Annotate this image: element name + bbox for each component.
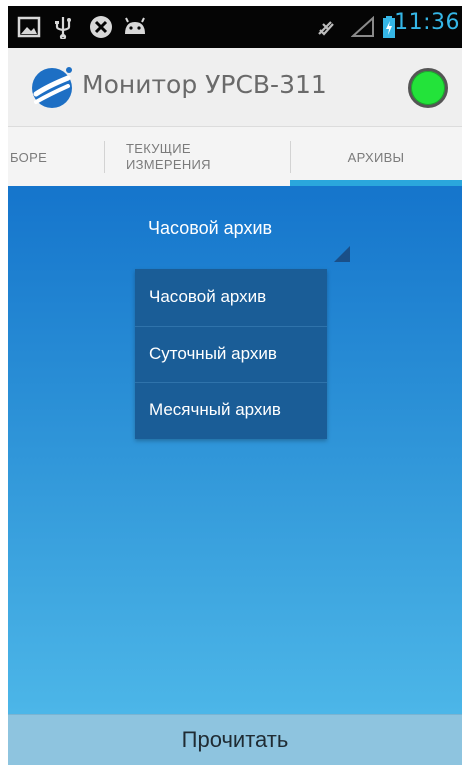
image-icon [16, 15, 42, 39]
spinner-arrow-icon [334, 246, 350, 262]
signal-icon [350, 15, 376, 39]
tab-bar: БОРЕ ТЕКУЩИЕ ИЗМЕРЕНИЯ АРХИВЫ [8, 126, 462, 186]
dropdown-option-hourly[interactable]: Часовой архив [135, 269, 327, 325]
read-button[interactable]: Прочитать [8, 714, 462, 765]
status-bar: 11:36 [8, 6, 462, 48]
dropdown-option-daily[interactable]: Суточный архив [135, 326, 327, 382]
phone-screen: 11:36 Монитор УРСВ-311 БОРЕ ТЕКУЩИЕ ИЗМЕ… [8, 6, 462, 765]
tab-label-line2: ИЗМЕРЕНИЯ [126, 157, 211, 172]
tab-current-measurements[interactable]: ТЕКУЩИЕ ИЗМЕРЕНИЯ [126, 127, 290, 187]
option-label: Месячный архив [149, 400, 281, 419]
action-bar: Монитор УРСВ-311 [8, 48, 462, 126]
archive-type-spinner[interactable]: Часовой архив [134, 204, 350, 262]
tab-label: АРХИВЫ [347, 149, 405, 165]
archives-panel: Часовой архив Часовой архив Суточный арх… [8, 186, 462, 714]
usb-icon [52, 15, 74, 39]
tab-divider [104, 141, 105, 173]
app-logo-icon [28, 64, 76, 112]
dropdown-option-monthly[interactable]: Месячный архив [135, 382, 327, 438]
tab-label-line1: ТЕКУЩИЕ [126, 141, 191, 156]
clock: 11:36 [394, 10, 460, 35]
option-label: Суточный архив [149, 344, 277, 363]
tab-archives[interactable]: АРХИВЫ [290, 127, 462, 187]
app-title: Монитор УРСВ-311 [82, 70, 327, 99]
option-label: Часовой архив [149, 287, 267, 306]
tab-label: БОРЕ [10, 149, 48, 165]
archive-type-dropdown: Часовой архив Суточный архив Месячный ар… [135, 269, 327, 439]
blocked-icon [88, 15, 114, 39]
android-icon [122, 15, 148, 39]
connection-status-indicator[interactable] [408, 68, 448, 108]
tab-device-info[interactable]: БОРЕ [8, 127, 104, 187]
spinner-selected-value: Часовой архив [148, 218, 273, 238]
no-sound-icon [314, 15, 338, 39]
